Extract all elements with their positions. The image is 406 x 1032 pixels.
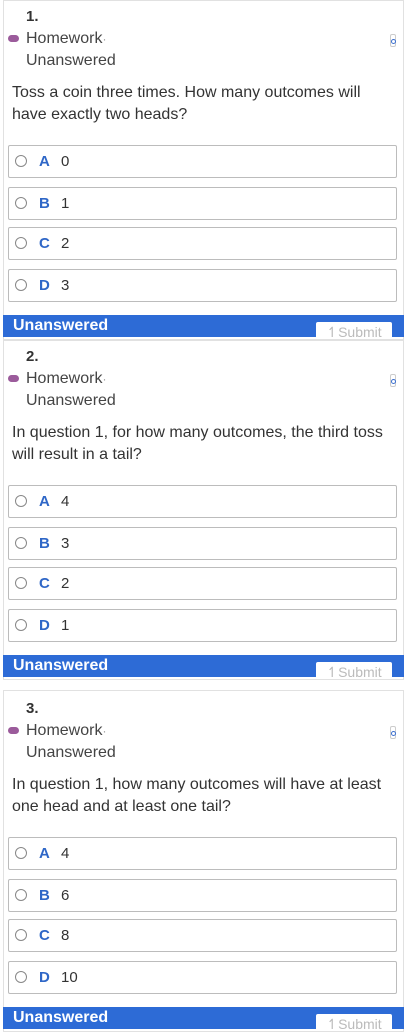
option-text: 10 [61,969,78,986]
option-text: 8 [61,927,70,944]
option-d[interactable]: D 1 [8,609,397,642]
radio-button[interactable] [15,537,27,549]
option-c[interactable]: C 2 [8,567,397,600]
option-text: 2 [61,575,70,592]
question-number: 1. [26,8,39,25]
question-status: Unanswered [26,52,116,69]
radio-button[interactable] [15,279,27,291]
radio-button[interactable] [15,889,27,901]
radio-button[interactable] [15,495,27,507]
question-category: Homework· [26,30,107,47]
option-a[interactable]: A 4 [8,837,397,870]
radio-button[interactable] [15,197,27,209]
category-dot-icon [8,375,19,382]
status-label: Unanswered [13,657,109,674]
submit-button[interactable]: ↿Submit [316,322,392,337]
option-letter: B [39,195,50,212]
option-text: 3 [61,277,70,294]
question-text: Toss a coin three times. How many outcom… [12,84,361,123]
question-status: Unanswered [26,392,116,409]
option-text: 6 [61,887,70,904]
bookmark-icon[interactable] [390,34,396,47]
question-text: In question 1, for how many outcomes, th… [12,424,383,463]
option-c[interactable]: C 2 [8,227,397,260]
option-letter: D [39,969,50,986]
option-text: 1 [61,617,70,634]
option-letter: D [39,617,50,634]
option-d[interactable]: D 3 [8,269,397,302]
question-status: Unanswered [26,744,116,761]
option-letter: B [39,535,50,552]
option-text: 0 [61,153,70,170]
option-letter: B [39,887,50,904]
status-label: Unanswered [13,317,109,334]
question-text: In question 1, how many outcomes will ha… [12,776,382,815]
option-letter: D [39,277,50,294]
bookmark-icon[interactable] [390,374,396,387]
status-bar: Unanswered ↿Submit [3,1007,404,1029]
status-bar: Unanswered ↿Submit [3,315,404,337]
option-c[interactable]: C 8 [8,919,397,952]
bookmark-icon[interactable] [390,726,396,739]
option-text: 4 [61,493,70,510]
option-letter: A [39,845,50,862]
question-number: 3. [26,700,39,717]
radio-button[interactable] [15,577,27,589]
radio-button[interactable] [15,929,27,941]
option-text: 2 [61,235,70,252]
category-dot-icon [8,727,19,734]
radio-button[interactable] [15,237,27,249]
option-b[interactable]: B 6 [8,879,397,912]
option-text: 4 [61,845,70,862]
option-letter: A [39,153,50,170]
option-text: 3 [61,535,70,552]
option-letter: C [39,927,50,944]
question-number: 2. [26,348,39,365]
option-b[interactable]: B 1 [8,187,397,220]
status-bar: Unanswered ↿Submit [3,655,404,677]
radio-button[interactable] [15,155,27,167]
option-a[interactable]: A 4 [8,485,397,518]
option-text: 1 [61,195,70,212]
option-d[interactable]: D 10 [8,961,397,994]
radio-button[interactable] [15,619,27,631]
option-a[interactable]: A 0 [8,145,397,178]
radio-button[interactable] [15,971,27,983]
option-b[interactable]: B 3 [8,527,397,560]
question-category: Homework· [26,722,107,739]
category-dot-icon [8,35,19,42]
radio-button[interactable] [15,847,27,859]
option-letter: C [39,575,50,592]
submit-button[interactable]: ↿Submit [316,662,392,677]
question-category: Homework· [26,370,107,387]
option-letter: C [39,235,50,252]
option-letter: A [39,493,50,510]
submit-button[interactable]: ↿Submit [316,1014,392,1029]
status-label: Unanswered [13,1009,109,1026]
